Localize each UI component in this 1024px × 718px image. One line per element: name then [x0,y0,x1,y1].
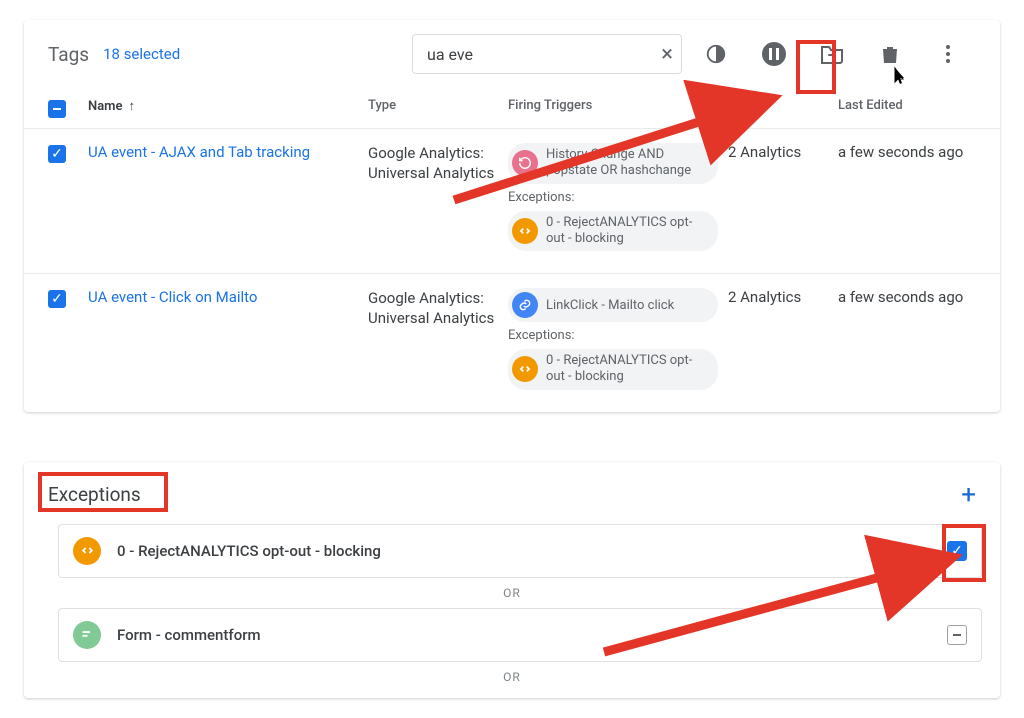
col-type[interactable]: Type [368,98,508,113]
search-input[interactable]: ua eve × [412,34,682,74]
history-icon [512,150,538,176]
code-icon [512,218,538,244]
table-row[interactable]: ✓ UA event - Click on Mailto Google Anal… [24,273,1000,412]
row-checkbox[interactable]: ✓ [48,290,66,308]
exception-chip[interactable]: 0 - RejectANALYTICS opt-out - blocking [508,211,718,252]
link-icon [512,292,538,318]
preview-icon[interactable] [696,34,736,74]
exceptions-title: Exceptions [48,483,141,506]
exception-label: Form - commentform [117,626,261,644]
tag-name-link[interactable]: UA event - Click on Mailto [88,288,368,306]
tag-name-link[interactable]: UA event - AJAX and Tab tracking [88,143,368,161]
search-value: ua eve [427,45,661,64]
selected-count[interactable]: 18 selected [103,45,180,63]
exception-checkbox[interactable] [947,625,967,645]
pause-icon[interactable] [754,34,794,74]
exceptions-label: Exceptions: [508,328,728,343]
tags-panel: Tags 18 selected ua eve × [24,20,1000,412]
last-edited-cell: a few seconds ago [838,288,992,306]
exception-item[interactable]: Form - commentform [58,608,982,662]
tags-title: Tags [48,43,89,66]
tag-type: Google Analytics: Universal Analytics [368,143,508,184]
firing-triggers-cell: LinkClick - Mailto click Exceptions: 0 -… [508,288,728,396]
last-edited-cell: a few seconds ago [838,143,992,161]
clear-search-icon[interactable]: × [661,42,673,67]
code-icon [512,356,538,382]
folder-cell: 2 Analytics [728,143,838,161]
select-all-checkbox[interactable] [48,100,66,118]
exception-checkbox[interactable]: ✓ [947,541,967,561]
more-icon[interactable] [928,34,968,74]
table-row[interactable]: ✓ UA event - AJAX and Tab tracking Googl… [24,128,1000,273]
delete-icon[interactable] [870,34,910,74]
or-separator: OR [24,662,1000,692]
move-to-folder-icon[interactable] [812,34,852,74]
code-icon [73,537,101,565]
firing-triggers-cell: History Change AND popstate OR hashchang… [508,143,728,257]
exceptions-label: Exceptions: [508,190,728,205]
exception-label: 0 - RejectANALYTICS opt-out - blocking [117,542,381,560]
form-icon [73,621,101,649]
folder-cell: 2 Analytics [728,288,838,306]
row-checkbox[interactable]: ✓ [48,145,66,163]
add-exception-button[interactable]: + [961,480,976,510]
table-header: Name ↑ Type Firing Triggers Folder Last … [24,88,1000,128]
col-folder[interactable]: Folder [728,98,838,113]
tag-type: Google Analytics: Universal Analytics [368,288,508,329]
trigger-chip[interactable]: History Change AND popstate OR hashchang… [508,143,718,184]
exception-item[interactable]: 0 - RejectANALYTICS opt-out - blocking ✓ [58,524,982,578]
sort-asc-icon: ↑ [128,98,135,114]
col-last-edited[interactable]: Last Edited [838,98,992,113]
exception-chip[interactable]: 0 - RejectANALYTICS opt-out - blocking [508,349,718,390]
toolbar [696,34,976,74]
trigger-chip[interactable]: LinkClick - Mailto click [508,288,718,322]
exceptions-panel: Exceptions + 0 - RejectANALYTICS opt-out… [24,462,1000,698]
tags-header: Tags 18 selected ua eve × [24,20,1000,88]
col-name[interactable]: Name ↑ [88,98,368,114]
or-separator: OR [24,578,1000,608]
exceptions-header: Exceptions + [24,462,1000,524]
col-firing[interactable]: Firing Triggers [508,98,728,113]
